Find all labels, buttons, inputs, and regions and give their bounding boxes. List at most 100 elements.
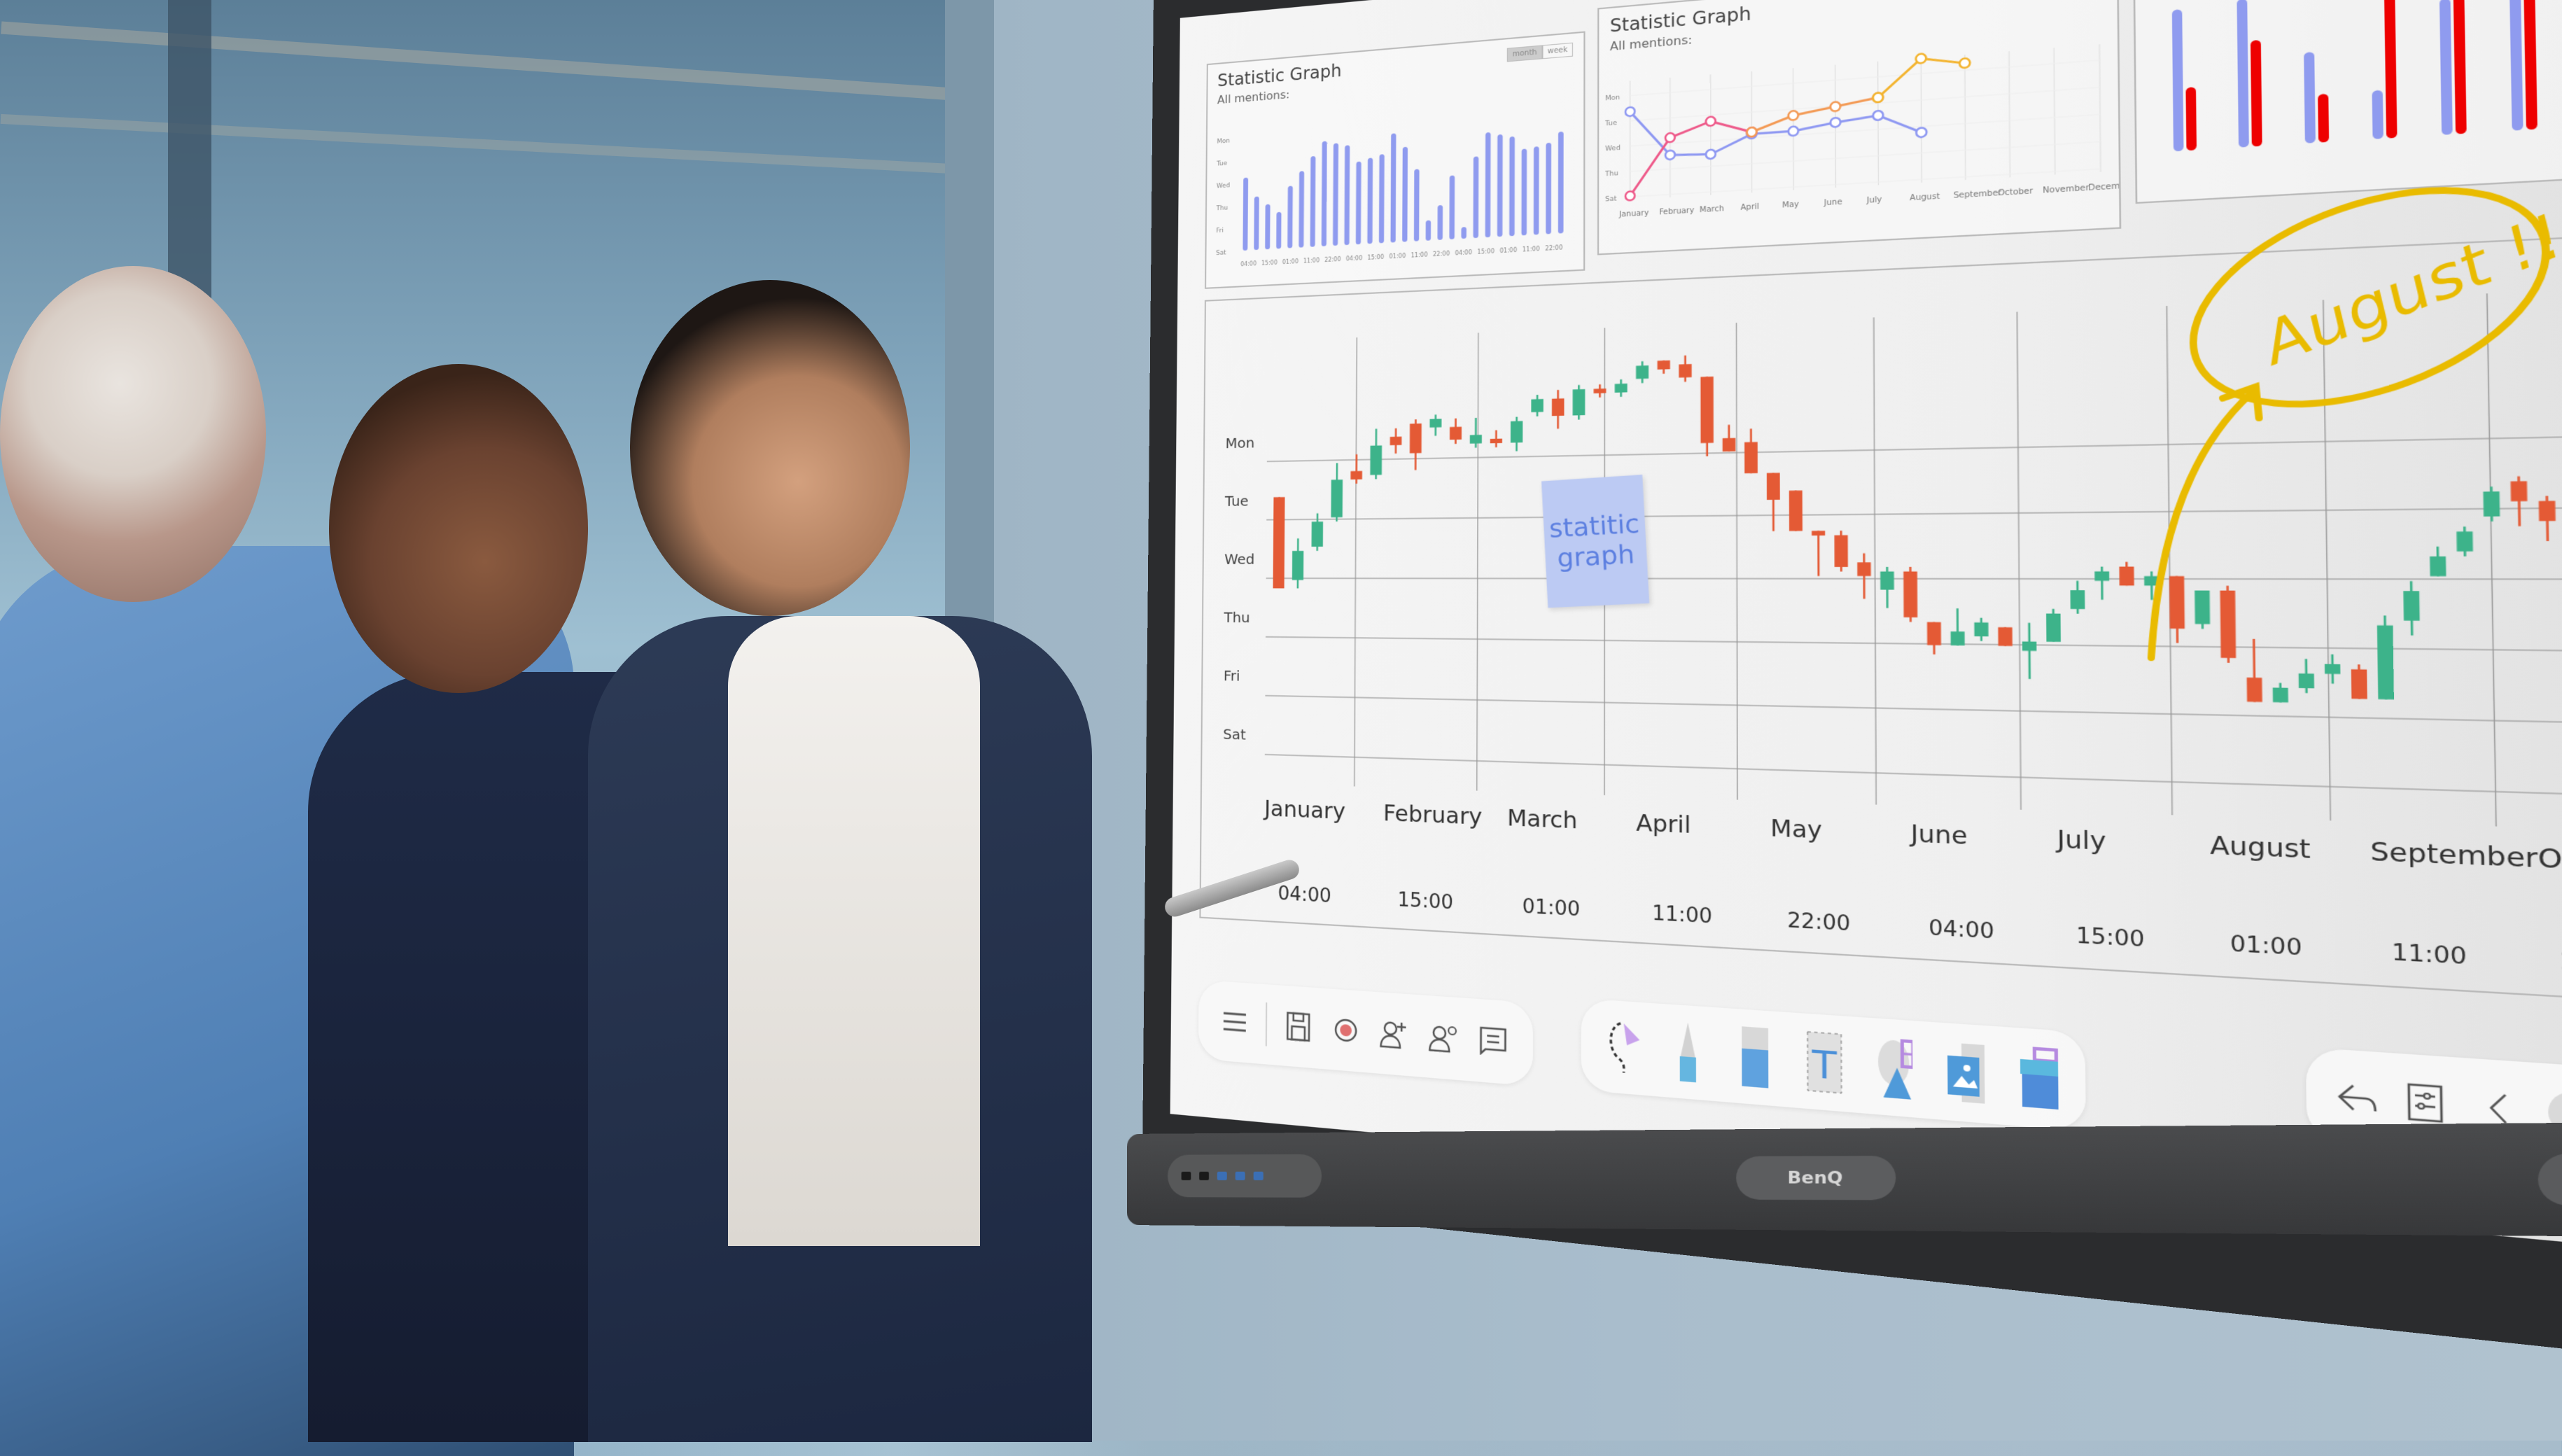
x-tick-label: May: [1782, 200, 1800, 210]
bar: [1461, 227, 1466, 239]
candle-body: [1615, 384, 1628, 393]
x-tick-label: September: [1954, 189, 2003, 201]
grid-line: [2017, 312, 2021, 809]
insert-image-icon[interactable]: [1946, 1054, 1985, 1092]
x-secondary-label: 15:00: [1397, 888, 1453, 913]
save-icon[interactable]: [1282, 1009, 1314, 1044]
eraser-icon[interactable]: [1737, 1039, 1773, 1076]
bar-blue: [2172, 9, 2184, 151]
ink-annotation[interactable]: August !!: [2119, 179, 2562, 742]
text-tool-icon[interactable]: T: [1805, 1044, 1842, 1082]
person-middle-head: [329, 364, 588, 693]
x-secondary-label: 11:00: [2391, 939, 2467, 969]
x-tick-label: February: [1383, 800, 1482, 830]
x-tick-label: 11:00: [1303, 257, 1320, 265]
data-point: [1830, 118, 1840, 127]
pen-icon[interactable]: [1670, 1034, 1706, 1071]
x-tick-label: 01:00: [1282, 258, 1298, 266]
comment-icon[interactable]: [1476, 1023, 1510, 1059]
record-icon[interactable]: [1330, 1013, 1362, 1048]
y-tick-label: Tue: [1216, 160, 1227, 167]
data-point: [1665, 150, 1675, 160]
candle-body: [1312, 522, 1323, 547]
bar: [1298, 171, 1304, 248]
x-tick-label: July: [2055, 825, 2106, 856]
x-tick-label: March: [1507, 805, 1578, 834]
grid-line: [1265, 755, 2562, 810]
lasso-select-icon[interactable]: [1604, 1029, 1639, 1065]
menu-icon[interactable]: [1219, 1005, 1250, 1040]
candle-body: [1679, 364, 1691, 377]
candle-body: [1470, 435, 1482, 444]
back-icon[interactable]: [2335, 1077, 2379, 1119]
candle-body: [1700, 377, 1714, 443]
shapes-icon[interactable]: [1875, 1049, 1913, 1087]
page-settings-icon[interactable]: [2404, 1082, 2449, 1124]
x-tick-label: February: [1659, 206, 1694, 217]
data-point: [1788, 111, 1798, 120]
data-point: [1873, 111, 1884, 120]
candle-body: [1350, 471, 1362, 479]
bar: [1322, 141, 1327, 246]
x-tick-label: 22:00: [1324, 256, 1340, 264]
x-tick-label: 04:00: [1346, 255, 1363, 262]
candle-body: [1835, 536, 1848, 567]
bar-red: [2453, 0, 2467, 134]
bar: [1546, 143, 1551, 234]
grid-line: [1874, 317, 1876, 804]
candle-body: [1370, 445, 1382, 475]
grid-line: [2054, 48, 2055, 174]
x-tick-label: 11:00: [1522, 246, 1540, 253]
sticky-note[interactable]: statitic graph: [1541, 475, 1649, 608]
x-secondary-label: 01:00: [1522, 894, 1581, 920]
x-tick-label: June: [1823, 198, 1842, 208]
x-tick-label: May: [1770, 815, 1822, 844]
x-tick-label: 15:00: [1261, 259, 1278, 266]
bar: [1438, 205, 1443, 240]
bar-blue: [2509, 0, 2523, 131]
x-tick-label: 04:00: [1455, 249, 1472, 257]
candle-body: [1998, 627, 2012, 646]
person-right-head: [630, 280, 910, 616]
data-point: [1917, 127, 1927, 137]
brand-logo: BenQ: [1736, 1156, 1896, 1200]
x-tick-label: 04:00: [1240, 260, 1256, 267]
x-tick-label: 22:00: [1545, 244, 1562, 252]
x-secondary-label: 15:00: [2076, 923, 2146, 951]
toolbar-center: T: [1581, 998, 2086, 1131]
y-tick-label: Sat: [1223, 726, 1246, 743]
x-tick-label: January: [1263, 796, 1345, 825]
bar: [1414, 169, 1420, 241]
display-soundbar: BenQ N: [1127, 1119, 2562, 1239]
bar-red: [2523, 0, 2538, 130]
bar-blue: [2304, 52, 2316, 144]
add-user-icon[interactable]: [1378, 1016, 1410, 1051]
y-tick-label: Tue: [1224, 493, 1249, 510]
ceiling-beam: [1, 21, 993, 103]
bar-chart-panel: Statistic Graph All mentions: month week…: [1205, 31, 1585, 289]
data-point: [1959, 58, 1970, 69]
candle-body: [1331, 479, 1343, 517]
x-tick-label: October: [2538, 843, 2562, 878]
bar-blue: [2236, 0, 2248, 148]
y-tick-label: Thu: [1604, 170, 1618, 178]
bar: [1390, 133, 1396, 242]
data-point: [1706, 116, 1716, 126]
x-tick-label: 15:00: [1477, 248, 1494, 255]
candle-body: [1531, 399, 1543, 412]
y-tick-label: Tue: [1604, 120, 1617, 128]
candle-body: [1744, 442, 1758, 473]
y-tick-label: Wed: [1605, 144, 1620, 153]
x-tick-label: December: [2088, 181, 2120, 193]
data-point: [1665, 133, 1675, 143]
bar-red: [2384, 0, 2397, 139]
bar-red: [2318, 94, 2329, 143]
x-secondary-label: 01:00: [2230, 930, 2302, 960]
port: [1199, 1172, 1209, 1180]
usb-port: [1217, 1172, 1227, 1180]
bar-red: [2185, 87, 2197, 150]
toolbox-icon[interactable]: [2018, 1059, 2058, 1098]
user-settings-icon[interactable]: [1427, 1020, 1460, 1056]
candle-body: [1636, 365, 1648, 379]
bar: [1534, 146, 1539, 234]
